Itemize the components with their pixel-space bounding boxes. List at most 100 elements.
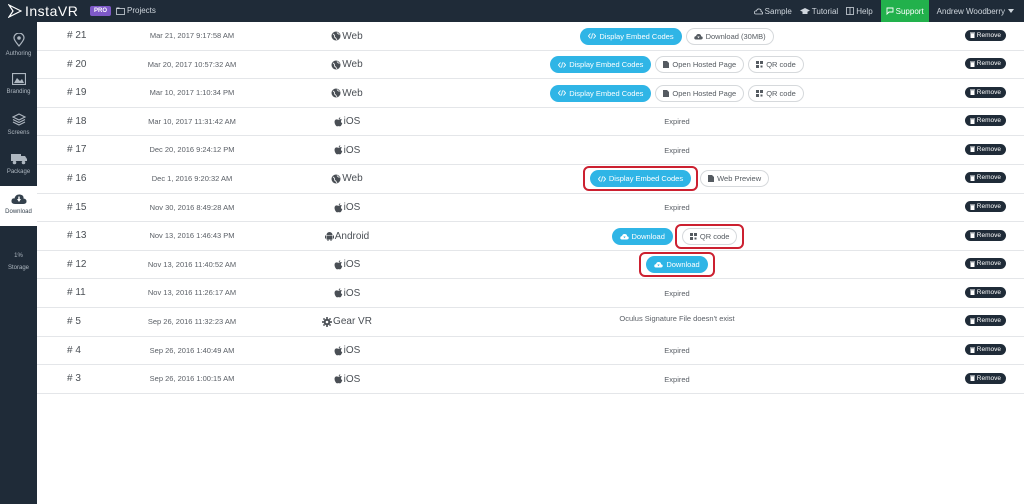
apple-icon: [334, 145, 342, 155]
remove-button[interactable]: Remove: [964, 172, 1006, 184]
tutorial-link[interactable]: Tutorial: [799, 6, 839, 16]
status-text: Oculus Signature File doesn't exist: [619, 313, 735, 323]
cloud-icon: [753, 8, 763, 14]
build-id: # 17: [67, 144, 87, 156]
remove-button[interactable]: Remove: [964, 229, 1006, 241]
remove-button[interactable]: Remove: [964, 115, 1006, 127]
download-button[interactable]: Download (30MB): [685, 27, 774, 45]
remove-button[interactable]: Remove: [964, 201, 1006, 213]
trash-icon: [969, 146, 975, 153]
table-row: # 15 Nov 30, 2016 8:49:28 AM iOS Expired…: [37, 194, 1024, 223]
qr-code-button[interactable]: QR code: [681, 227, 738, 245]
build-date: Sep 26, 2016 1:00:15 AM: [149, 374, 235, 384]
qr-code-button[interactable]: QR code: [748, 56, 804, 74]
open-hosted-page-button[interactable]: Open Hosted Page: [655, 84, 745, 102]
build-platform: Web: [302, 51, 392, 79]
file-icon: [663, 61, 670, 69]
build-actions: Display Embed Codes Web Preview: [477, 165, 877, 193]
build-id: # 15: [67, 201, 87, 213]
build-actions: Expired: [477, 279, 877, 307]
remove-button[interactable]: Remove: [964, 258, 1006, 270]
build-actions: Expired: [477, 194, 877, 222]
remove-button[interactable]: Remove: [964, 29, 1006, 41]
display-embed-codes-button[interactable]: Display Embed Codes: [580, 27, 682, 45]
storage-indicator: 1% Storage: [0, 250, 37, 274]
build-date: Mar 20, 2017 10:57:32 AM: [147, 59, 237, 69]
graduation-cap-icon: [799, 7, 810, 14]
highlight-box: Download: [639, 252, 715, 278]
remove-button[interactable]: Remove: [964, 86, 1006, 98]
build-id: # 4: [67, 344, 81, 356]
build-id: # 5: [67, 315, 81, 327]
user-menu[interactable]: Andrew Woodberry: [937, 7, 1016, 16]
tutorial-label: Tutorial: [811, 6, 839, 16]
apple-icon: [334, 288, 342, 298]
build-actions: Expired: [477, 337, 877, 365]
projects-link[interactable]: Projects: [116, 5, 156, 17]
sample-link[interactable]: Sample: [753, 7, 792, 16]
sidebar-item-package[interactable]: Package: [0, 146, 37, 186]
remove-button[interactable]: Remove: [964, 143, 1006, 155]
map-pin-icon: [12, 33, 25, 47]
cloud-download-icon: [654, 262, 664, 268]
table-row: # 19 Mar 10, 2017 1:10:34 PM Web Display…: [37, 79, 1024, 108]
trash-icon: [969, 232, 975, 239]
table-row: # 16 Dec 1, 2016 9:20:32 AM Web Display …: [37, 165, 1024, 194]
help-link[interactable]: Help: [846, 7, 873, 16]
build-platform: Web: [302, 165, 392, 193]
sidebar-item-screens[interactable]: Screens: [0, 106, 37, 146]
build-actions: Expired: [477, 136, 877, 164]
trash-icon: [969, 61, 975, 67]
display-embed-codes-button[interactable]: Display Embed Codes: [589, 170, 692, 188]
pro-badge: PRO: [90, 6, 112, 16]
download-button[interactable]: Download: [611, 227, 673, 245]
display-embed-codes-button[interactable]: Display Embed Codes: [550, 56, 652, 74]
sidebar-item-download[interactable]: Download: [0, 186, 37, 226]
remove-button[interactable]: Remove: [964, 344, 1006, 356]
build-actions: Display Embed Codes Download (30MB): [477, 22, 877, 50]
app-logo[interactable]: InstaVR: [8, 3, 78, 19]
sidebar-item-authoring[interactable]: Authoring: [0, 26, 37, 66]
sidebar-item-label: Authoring: [5, 51, 32, 57]
apple-icon: [334, 260, 342, 270]
download-button[interactable]: Download: [646, 256, 708, 274]
support-label: Support: [895, 6, 924, 16]
remove-button[interactable]: Remove: [964, 315, 1006, 327]
web-preview-button[interactable]: Web Preview: [700, 170, 770, 188]
status-text: Expired: [664, 203, 690, 213]
status-text: Expired: [664, 117, 690, 127]
remove-button[interactable]: Remove: [964, 286, 1006, 298]
build-platform: Android: [302, 222, 392, 250]
display-embed-codes-button[interactable]: Display Embed Codes: [550, 84, 652, 102]
logo-text: InstaVR: [25, 3, 79, 19]
qr-code-button[interactable]: QR code: [748, 84, 804, 102]
build-platform: Web: [302, 79, 392, 107]
open-hosted-page-button[interactable]: Open Hosted Page: [655, 56, 745, 74]
table-row: # 17 Dec 20, 2016 9:24:12 PM iOS Expired…: [37, 136, 1024, 165]
chevron-down-icon: [1008, 9, 1014, 13]
projects-label: Projects: [127, 6, 156, 15]
trash-icon: [969, 175, 975, 181]
sidebar-item-label: Branding: [6, 89, 31, 95]
support-button[interactable]: Support: [880, 0, 929, 22]
remove-button[interactable]: Remove: [964, 58, 1006, 70]
highlight-box: Display Embed Codes: [582, 166, 699, 192]
sidebar-item-branding[interactable]: Branding: [0, 66, 37, 106]
table-row: # 11 Nov 13, 2016 11:26:17 AM iOS Expire…: [37, 279, 1024, 308]
build-date: Mar 10, 2017 11:31:42 AM: [148, 116, 236, 126]
remove-button[interactable]: Remove: [964, 372, 1006, 384]
top-navbar: InstaVR PRO Projects Sample Tutorial Hel…: [0, 0, 1024, 22]
book-icon: [846, 7, 855, 15]
instavr-logo-icon: [8, 4, 22, 18]
code-icon: [588, 33, 597, 39]
build-date: Sep 26, 2016 11:32:23 AM: [147, 316, 237, 326]
table-row: # 20 Mar 20, 2017 10:57:32 AM Web Displa…: [37, 51, 1024, 80]
table-row: # 18 Mar 10, 2017 11:31:42 AM iOS Expire…: [37, 108, 1024, 137]
build-platform: iOS: [302, 337, 392, 365]
trash-icon: [969, 347, 975, 353]
build-platform: iOS: [302, 108, 392, 136]
sidebar-item-label: Download: [5, 209, 32, 215]
build-id: # 13: [67, 230, 87, 242]
build-date: Dec 1, 2016 9:20:32 AM: [151, 173, 233, 183]
build-actions: Oculus Signature File doesn't exist: [477, 308, 877, 336]
